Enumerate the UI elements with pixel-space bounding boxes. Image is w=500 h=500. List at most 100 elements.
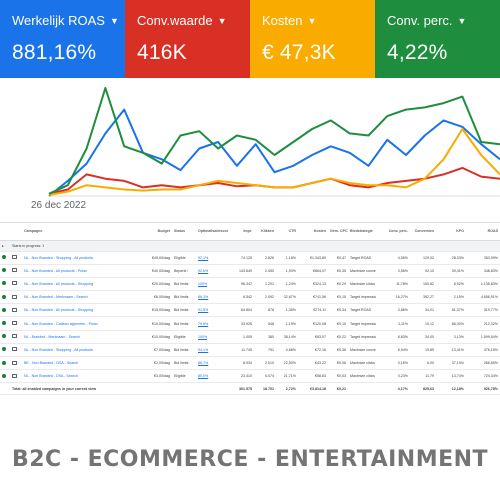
header-conversions[interactable]: Conversies [410,223,436,241]
cell-opt[interactable]: 94,1% [196,343,228,358]
table-row[interactable]: NL - Non Branded - Cadeau algemeen - Pma… [0,316,500,331]
campaign-type-icon [10,290,22,305]
cell-bid: Target impression share [348,316,376,331]
table-row[interactable]: NL - Non Branded - All products - Pmax €4… [0,264,500,278]
enabled-status-icon[interactable] [0,369,10,384]
cell-budget: €7,00/dag [130,343,172,358]
kpi-card-conv-value[interactable]: Conv.waarde ▼ 416K [125,0,250,78]
campaign-name-link[interactable]: BE - Non Branded - DSA - Search [22,356,130,371]
header-clicks[interactable]: Klikken [254,223,276,241]
campaign-name-link[interactable]: NL - Non Branded - Shopping - All produc… [22,251,130,265]
header-status[interactable]: Status [172,223,196,241]
table-row[interactable]: BE - Non Branded - DSA - Search €2,00/dag… [0,356,500,371]
table-row[interactable]: NL - Branded - Merknaam - Search €10,00/d… [0,330,500,344]
campaign-type-icon [10,316,22,331]
header-impressions[interactable]: Impr. [228,223,254,241]
table-row[interactable]: NL - Non Branded - Shopping - All produc… [0,343,500,358]
header-thumb [10,223,22,241]
header-budget[interactable]: Budget [130,223,172,241]
table-row[interactable]: NL - Non Branded - Merknaam - Search €6,0… [0,290,500,305]
header-optimization[interactable]: Optimalisatiescore [196,223,228,241]
header-ctr[interactable]: CTR [276,223,298,241]
series-line-3 [48,128,500,196]
campaign-type-icon [10,330,22,344]
enabled-status-icon[interactable] [0,264,10,278]
enabled-status-icon[interactable] [0,316,10,331]
cell-clicks: 2.092 [254,290,276,305]
cell-opt[interactable]: 85,0% [196,369,228,384]
header-cost[interactable]: Kosten [298,223,328,241]
total-roas: 926,78% [466,382,500,396]
campaign-name-link[interactable]: NL - Non Branded - Merknaam - Search [22,290,130,305]
enabled-status-icon[interactable] [0,330,10,344]
campaign-name-link[interactable]: NL - Non Branded - All products - Shoppi… [22,303,130,318]
caret-down-icon[interactable]: ▼ [307,16,316,26]
cell-status-text: Bid limits [174,281,189,286]
enabled-status-icon[interactable] [0,303,10,318]
cell-conv-rate: 3,56% [376,264,410,278]
cell-budget: €3,00/dag [130,369,172,384]
caret-down-icon[interactable]: ▼ [458,16,467,26]
caret-down-icon[interactable]: ▼ [110,16,119,26]
cell-opt[interactable]: 100% [196,330,228,344]
cell-status: Eligible [172,251,196,265]
cell-status: Eligible [172,369,196,384]
caret-down-icon[interactable]: ▼ [218,16,227,26]
group-row[interactable]: ▸ Starts in progress: 1 [0,240,500,252]
kpi-card-roas[interactable]: Werkelijk ROAS ▼ 881,16% [0,0,125,78]
header-cpa[interactable]: KPO [436,223,466,241]
cell-opt[interactable]: 100% [196,277,228,292]
cell-cpa: 81,37% [436,303,466,318]
campaign-name-link[interactable]: NL - Non Branded - All products - Shoppi… [22,277,130,292]
enabled-status-icon[interactable] [0,290,10,305]
performance-chart: 26 dec 2022 [0,78,500,220]
cell-budget: €20,00/dag [130,277,172,292]
cell-opt[interactable]: 92,6% [196,264,228,278]
cell-bid: Target impression share [348,330,376,344]
cell-impr: 64.804 [228,303,254,318]
header-conv-rate[interactable]: Conv. perc. [376,223,410,241]
table-row[interactable]: NL - Non Branded - DSA - Search €3,00/dag… [0,369,500,384]
cell-opt[interactable]: 86,3% [196,290,228,305]
cell-cpa: 28,03% [436,251,466,265]
cell-opt[interactable]: 79,6% [196,316,228,331]
cell-cost: €43,22 [298,356,328,371]
enabled-status-icon[interactable] [0,343,10,358]
campaign-name-link[interactable]: NL - Non Branded - Shopping - All produc… [22,343,130,358]
total-row: Total: all enabled campaigns in your cur… [0,382,500,396]
cell-cost: €72,16 [298,343,328,358]
cell-cost: €324,13 [298,277,328,292]
header-cpc[interactable]: Gem. CPC [328,223,348,241]
x-axis-start-label: 26 dec 2022 [31,200,87,211]
cell-conv: 10,12 [410,316,436,331]
cell-cpa: 13,41% [436,343,466,358]
cell-opt[interactable]: 88,7% [196,356,228,371]
enabled-status-icon[interactable] [0,356,10,371]
campaign-name-link[interactable]: NL - Branded - Merknaam - Search [22,330,130,344]
cell-opt[interactable]: 91,5% [196,303,228,318]
campaign-name-link[interactable]: NL - Non Branded - All products - Pmax [22,264,130,278]
cell-cpc: €0,29 [328,277,348,292]
enabled-status-icon[interactable] [0,277,10,292]
status-alert-icon[interactable]: ! [187,269,188,273]
kpi-card-conv-rate[interactable]: Conv. perc. ▼ 4,22% [375,0,500,78]
header-roas[interactable]: ROAS [466,223,500,241]
cell-status: Bid limits [172,277,196,292]
header-bid-strategy[interactable]: Biedstrategie [348,223,376,241]
cell-bid: Maximize clicks [348,277,376,292]
table-row[interactable]: NL - Non Branded - All products - Shoppi… [0,303,500,318]
campaign-name-link[interactable]: NL - Non Branded - Cadeau algemeen - Pma… [22,316,130,331]
cell-status-text: Bid limits [174,361,189,366]
kpi-card-cost[interactable]: Kosten ▼ € 47,3K [250,0,375,78]
campaign-name-link[interactable]: NL - Non Branded - DSA - Search [22,369,130,384]
cell-opt[interactable]: 92,1% [196,251,228,265]
table-row[interactable]: NL - Non Branded - Shopping - All produc… [0,251,500,265]
cell-cpa: 39,41% [436,264,466,278]
cell-impr: 8.934 [228,356,254,371]
header-campaign[interactable]: Campagne [22,223,130,241]
table-row[interactable]: NL - Non Branded - All products - Shoppi… [0,277,500,292]
enabled-status-icon[interactable] [0,251,10,265]
cell-clicks: 2.826 [254,251,276,265]
kpi-label-row: Conv. perc. ▼ [387,13,500,28]
cell-cpa: 2,15% [436,290,466,305]
